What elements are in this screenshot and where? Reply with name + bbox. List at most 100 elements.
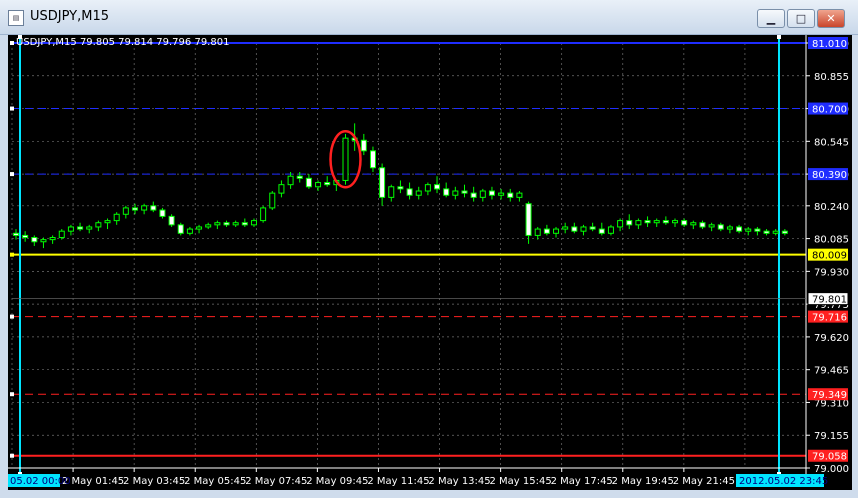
candle-body <box>406 188 413 196</box>
candle-body <box>672 220 679 224</box>
candle-body <box>168 215 175 226</box>
candle-body <box>223 222 230 226</box>
candle-body <box>305 177 312 188</box>
candle-body <box>452 190 459 196</box>
candle-body <box>324 182 331 186</box>
price-tick-label: 79.620 <box>814 333 849 344</box>
level-line-handle[interactable] <box>10 453 14 458</box>
window-title: USDJPY,M15 <box>30 9 109 24</box>
level-line-handle[interactable] <box>10 392 14 397</box>
time-tick-label: 2 May 15:45 <box>490 476 552 487</box>
level-price-tag-label: 81.010 <box>812 39 847 50</box>
candle-body <box>690 222 697 226</box>
level-price-tag-label: 79.349 <box>812 390 847 401</box>
candle-body <box>662 220 669 224</box>
level-line-handle[interactable] <box>10 41 14 45</box>
candle-body <box>196 226 203 230</box>
time-tick-label: 2 May 03:45 <box>123 476 185 487</box>
candle-body <box>461 190 468 194</box>
end-time-tag-label: 2012.05.02 23:45 <box>739 476 828 487</box>
candle-body <box>315 182 322 188</box>
candle-body <box>397 186 404 190</box>
price-tick-label: 79.155 <box>814 431 849 442</box>
price-tick-label: 79.465 <box>814 366 849 377</box>
candle-body <box>745 228 752 232</box>
candle-body <box>250 220 257 226</box>
candle-body <box>232 222 239 226</box>
candle-body <box>553 228 560 234</box>
current-price-tag-label: 79.801 <box>812 295 847 306</box>
level-price-tag-label: 80.390 <box>812 170 847 181</box>
candle-body <box>726 226 733 230</box>
vline-handle[interactable] <box>777 35 781 39</box>
candle-body <box>543 228 550 234</box>
price-tick-label: 79.930 <box>814 267 849 278</box>
candle-body <box>607 226 614 234</box>
candle-body <box>58 230 65 239</box>
candle-body <box>434 184 441 190</box>
maximize-button[interactable]: □ <box>787 9 815 28</box>
candle-body <box>479 190 486 198</box>
candle-body <box>525 203 532 236</box>
candle-body <box>708 224 715 228</box>
candle-body <box>736 226 743 232</box>
candle-body <box>763 230 770 234</box>
candle-body <box>296 175 303 179</box>
level-price-tag-label: 80.700 <box>812 105 847 116</box>
close-button[interactable]: ✕ <box>817 9 845 28</box>
time-tick-label: 2 May 17:45 <box>551 476 613 487</box>
candle-body <box>415 190 422 196</box>
candle-body <box>470 192 477 198</box>
time-tick-label: 2 May 21:45 <box>673 476 735 487</box>
candle-body <box>131 207 138 211</box>
price-tick-label: 79.000 <box>814 464 849 475</box>
candle-body <box>269 192 276 209</box>
title-bar[interactable]: ▤ USDJPY,M15 ▁ □ ✕ <box>0 0 858 35</box>
level-line-handle[interactable] <box>10 252 14 257</box>
chart-window: ▤ USDJPY,M15 ▁ □ ✕ 81.010 80.855 80.700 80.… <box>0 0 858 498</box>
candle-body <box>95 222 102 228</box>
candle-body <box>443 188 450 196</box>
time-tick-label: 2 May 07:45 <box>245 476 307 487</box>
candle-body <box>77 226 84 230</box>
candle-body <box>186 228 193 234</box>
level-line-handle[interactable] <box>10 172 14 177</box>
candle-body <box>86 226 93 230</box>
candle-body <box>379 167 386 198</box>
candle-body <box>388 186 395 198</box>
level-line-handle[interactable] <box>10 106 14 111</box>
level-price-tag-label: 79.058 <box>812 452 847 463</box>
price-chart[interactable]: 81.010 80.855 80.700 80.545 80.390 80.240 80.0… <box>8 35 852 490</box>
level-price-tag-label: 79.716 <box>812 313 847 324</box>
candle-body <box>260 207 267 222</box>
minimize-button[interactable]: ▁ <box>757 9 785 28</box>
candle-body <box>67 226 74 232</box>
candle-body <box>13 232 19 236</box>
candle-body <box>214 222 221 226</box>
candle-body <box>150 205 157 211</box>
candle-body <box>580 226 587 232</box>
candle-body <box>22 234 29 239</box>
candle-body <box>498 192 505 196</box>
start-time-tag-label: 05.02 00:00 <box>10 476 71 487</box>
chart-canvas[interactable]: 81.010 80.855 80.700 80.545 80.390 80.240 80.0… <box>8 35 852 490</box>
candle-body <box>40 239 47 243</box>
candle-body <box>653 220 660 224</box>
candle-body <box>141 205 148 211</box>
candle-body <box>571 226 578 232</box>
candle-body <box>241 222 248 226</box>
candle-body <box>598 228 605 234</box>
candle-body <box>516 192 523 198</box>
candle-body <box>488 190 495 196</box>
candle-body <box>644 220 651 224</box>
level-line-handle[interactable] <box>10 314 14 319</box>
time-tick-label: 2 May 05:45 <box>184 476 246 487</box>
candle-body <box>104 220 111 224</box>
candle-body <box>424 184 431 192</box>
candle-body <box>589 226 596 230</box>
candle-body <box>342 137 349 181</box>
price-tick-label: 80.855 <box>814 72 849 83</box>
candle-body <box>177 224 184 234</box>
time-tick-label: 2 May 11:45 <box>367 476 429 487</box>
level-price-tag-label: 80.009 <box>812 251 847 262</box>
